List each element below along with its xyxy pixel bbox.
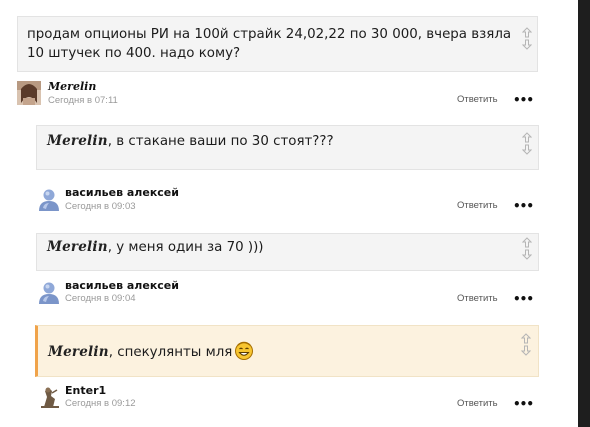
comment-time: Сегодня в 09:12	[65, 398, 136, 409]
upvote-arrow-icon[interactable]	[521, 333, 531, 344]
comment-text: , спекулянты мля	[108, 345, 233, 360]
more-options-icon[interactable]: •••	[513, 200, 534, 212]
window-edge	[578, 0, 590, 427]
upvote-arrow-icon[interactable]	[522, 237, 532, 248]
comment-time: Сегодня в 07:11	[48, 95, 118, 106]
author-name[interactable]: васильев алексей	[65, 186, 179, 199]
default-user-icon[interactable]	[38, 280, 62, 304]
comment-bubble: Merelin, у меня один за 70 )))	[36, 233, 539, 271]
reply-button[interactable]: Ответить	[457, 94, 498, 105]
comment-meta: Merelin Сегодня в 07:11 Ответить •••	[17, 78, 537, 108]
more-options-icon[interactable]: •••	[513, 94, 534, 106]
more-options-icon[interactable]: •••	[513, 293, 534, 305]
comment-text-wrap: Merelin, спекулянты мля	[48, 339, 254, 367]
mention-link[interactable]: Merelin	[47, 239, 108, 255]
vote-arrows	[521, 27, 533, 50]
comment-meta: Enter1 Сегодня в 09:12 Ответить •••	[36, 382, 536, 412]
comment-time: Сегодня в 09:04	[65, 293, 136, 304]
user-photo-icon[interactable]	[38, 385, 62, 409]
reply-button[interactable]: Ответить	[457, 200, 498, 211]
comment-text: , в стакане ваши по 30 стоят???	[107, 134, 334, 149]
user-photo-icon[interactable]	[17, 81, 41, 105]
comment-bubble: продам опционы РИ на 100й страйк 24,02,2…	[17, 16, 538, 72]
mention-link[interactable]: Merelin	[48, 344, 109, 360]
upvote-arrow-icon[interactable]	[522, 27, 532, 38]
reply-button[interactable]: Ответить	[457, 398, 498, 409]
downvote-arrow-icon[interactable]	[522, 249, 532, 260]
mention-link[interactable]: Merelin	[47, 133, 108, 149]
comment-text: , у меня один за 70 )))	[107, 240, 264, 255]
author-name[interactable]: Merelin	[48, 80, 96, 93]
comment-meta: васильев алексей Сегодня в 09:03 Ответит…	[36, 184, 536, 214]
more-options-icon[interactable]: •••	[513, 398, 534, 410]
vote-arrows	[521, 237, 533, 260]
comment-bubble-highlighted: Merelin, спекулянты мля	[35, 325, 539, 377]
comment-time: Сегодня в 09:03	[65, 201, 136, 212]
downvote-arrow-icon[interactable]	[522, 39, 532, 50]
comment-text-wrap: Merelin, в стакане ваши по 30 стоят???	[47, 132, 334, 151]
upvote-arrow-icon[interactable]	[522, 132, 532, 143]
comment-meta: васильев алексей Сегодня в 09:04 Ответит…	[36, 277, 536, 307]
smiley-icon	[234, 339, 254, 367]
comment-bubble: Merelin, в стакане ваши по 30 стоят???	[36, 125, 539, 170]
vote-arrows	[521, 132, 533, 155]
vote-arrows	[520, 333, 532, 356]
default-user-icon[interactable]	[38, 187, 62, 211]
downvote-arrow-icon[interactable]	[521, 345, 531, 356]
comment-text-wrap: Merelin, у меня один за 70 )))	[47, 238, 264, 257]
reply-button[interactable]: Ответить	[457, 293, 498, 304]
author-name[interactable]: Enter1	[65, 384, 106, 397]
comment-text: продам опционы РИ на 100й страйк 24,02,2…	[27, 27, 512, 61]
author-name[interactable]: васильев алексей	[65, 279, 179, 292]
downvote-arrow-icon[interactable]	[522, 144, 532, 155]
